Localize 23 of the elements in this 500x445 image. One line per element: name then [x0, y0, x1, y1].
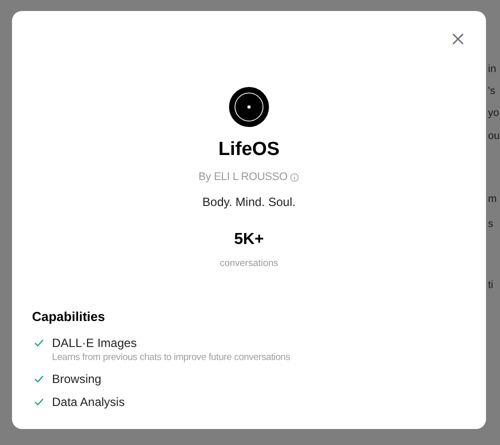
capability-label: Data Analysis [52, 394, 125, 410]
capability-label: DALL·E Images [52, 335, 138, 352]
logo-icon [229, 87, 269, 127]
background-text: s [488, 217, 494, 232]
conversation-count: 5K+ [234, 230, 264, 250]
background-text: 's [488, 84, 496, 99]
capability-label: Browsing [52, 371, 102, 388]
background-text: ou [488, 129, 500, 144]
background-text: m [488, 192, 497, 207]
section-heading: Capabilities [32, 308, 106, 326]
close-icon [452, 33, 464, 45]
check-icon [34, 375, 44, 384]
author-text: By ELI L ROUSSO [198, 170, 288, 185]
gpt-name: LifeOS [218, 138, 280, 162]
background-text: ti [488, 278, 494, 293]
capability-description: Learns from previous chats to improve future conversations [52, 351, 290, 364]
tagline: Body. Mind. Soul. [202, 194, 296, 210]
background-text: yo [488, 106, 500, 121]
close-button[interactable] [450, 31, 466, 47]
background-text: in [488, 62, 496, 77]
check-icon [34, 398, 44, 406]
check-icon [34, 339, 44, 348]
count-label: conversations [220, 256, 278, 270]
